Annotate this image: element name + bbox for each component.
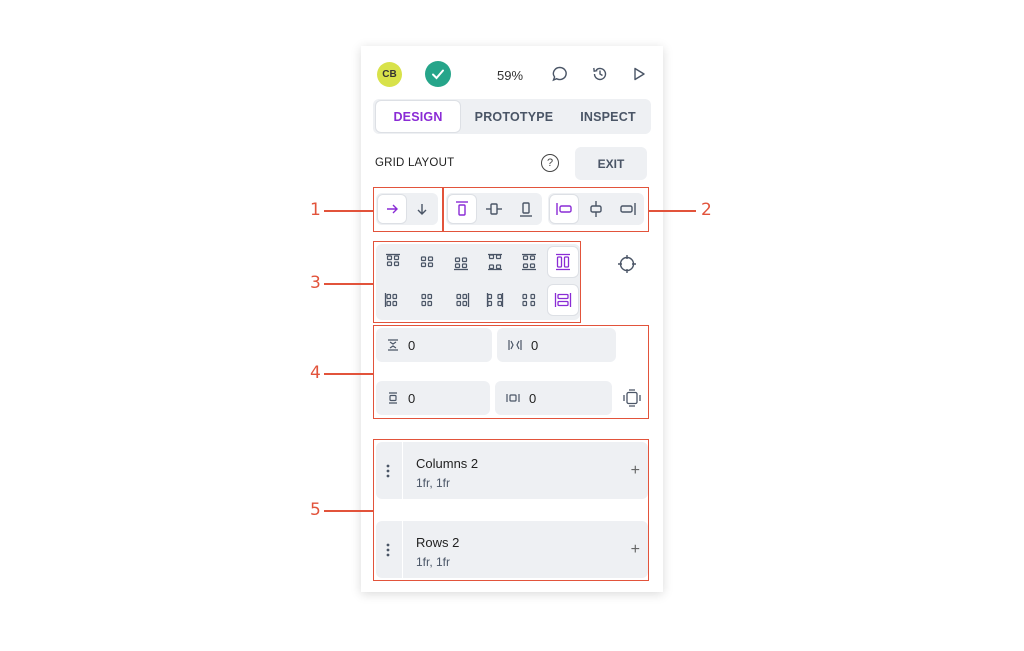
callout-label-1: 1 xyxy=(310,200,321,220)
tab-design[interactable]: DESIGN xyxy=(376,101,460,132)
help-icon[interactable]: ? xyxy=(541,154,559,172)
callout-label-2: 2 xyxy=(701,200,712,220)
exit-button[interactable]: EXIT xyxy=(575,147,647,180)
stage: CB 59% DESIGN PROTOTYPE INSPECT GRID LAY… xyxy=(0,0,1024,651)
check-icon xyxy=(432,69,444,80)
callout-label-5: 5 xyxy=(310,500,321,520)
callout-box-2 xyxy=(443,187,649,232)
callout-line-5 xyxy=(324,510,373,512)
callout-label-3: 3 xyxy=(310,273,321,293)
section-title: GRID LAYOUT xyxy=(375,157,455,169)
crosshair-icon[interactable] xyxy=(617,254,637,274)
callout-box-1 xyxy=(373,187,443,232)
callout-line-4 xyxy=(324,373,373,375)
zoom-level[interactable]: 59% xyxy=(497,68,523,83)
tab-prototype[interactable]: PROTOTYPE xyxy=(465,101,563,132)
play-icon[interactable] xyxy=(629,64,649,84)
callout-box-4 xyxy=(373,325,649,419)
panel-tabs: DESIGN PROTOTYPE INSPECT xyxy=(373,99,651,134)
callout-box-3 xyxy=(373,241,581,323)
callout-box-5 xyxy=(373,439,649,581)
callout-label-4: 4 xyxy=(310,363,321,383)
callout-line-1 xyxy=(324,210,373,212)
avatar[interactable]: CB xyxy=(377,62,402,87)
comment-icon[interactable] xyxy=(550,64,570,84)
status-check-button[interactable] xyxy=(425,61,451,87)
tab-inspect[interactable]: INSPECT xyxy=(569,101,647,132)
callout-line-3 xyxy=(324,283,373,285)
history-icon[interactable] xyxy=(590,64,610,84)
callout-line-2 xyxy=(649,210,696,212)
